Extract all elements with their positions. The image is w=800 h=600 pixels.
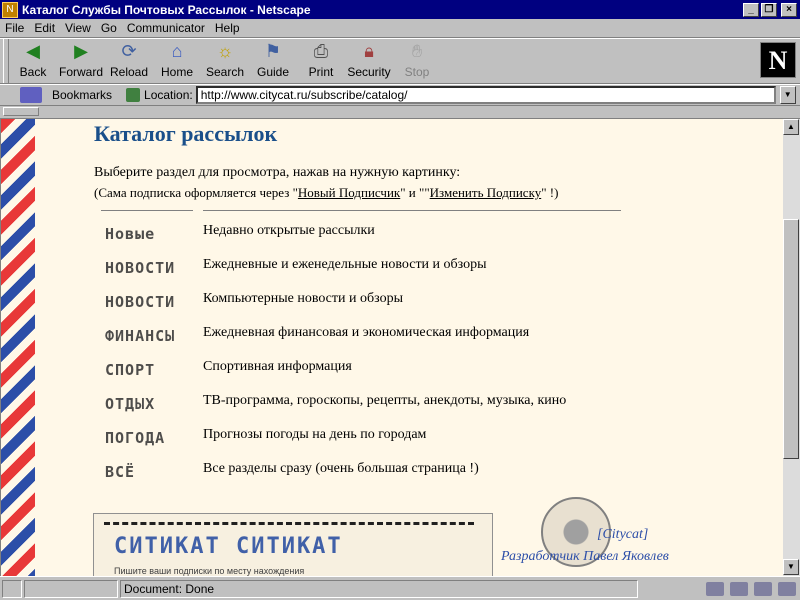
back-icon: ◀ [26, 40, 40, 61]
guide-button[interactable]: ⚑ Guide [249, 39, 297, 83]
location-label: Location: [126, 88, 193, 102]
component-bar [706, 581, 796, 596]
stop-button[interactable]: ✋︎ Stop [393, 39, 441, 83]
search-button[interactable]: ☼ Search [201, 39, 249, 83]
stop-icon: ✋︎ [411, 40, 423, 61]
catalog-row: ВСЁ Все разделы сразу (очень большая стр… [105, 461, 625, 491]
forward-button[interactable]: ▶ Forward [57, 39, 105, 83]
page-heading: Каталог рассылок [94, 121, 278, 146]
category-description: Спортивная информация [203, 359, 352, 374]
search-icon: ☼ [216, 40, 234, 61]
guide-icon: ⚑ [264, 40, 282, 61]
navigation-toolbar: ◀ Back ▶ Forward ⟳ Reload ⌂ Home ☼ Searc… [0, 38, 800, 84]
catalog-row: Новые Недавно открытые рассылки [105, 223, 625, 253]
netscape-app-icon[interactable]: N [2, 1, 18, 18]
stamp-caption: Пишите ваши подписки по месту нахождения [114, 566, 305, 576]
citycat-stamp-banner[interactable]: СИТИКАТ СИТИКАТ Пишите ваши подписки по … [93, 513, 493, 576]
restore-button[interactable]: ❐ [761, 2, 777, 17]
intro-text: Выберите раздел для просмотра, нажав на … [94, 165, 461, 180]
status-bar: Document: Done [0, 576, 800, 600]
author-credit: Разработчик Павел Яковлев [501, 549, 669, 564]
discussion-icon[interactable] [754, 581, 772, 596]
category-description: Недавно открытые рассылки [203, 223, 375, 238]
composer-icon[interactable] [778, 581, 796, 596]
minimize-button[interactable]: _ [743, 2, 759, 17]
title-bar: N Каталог Службы Почтовых Рассылок - Net… [0, 0, 800, 19]
reload-icon: ⟳ [121, 40, 137, 61]
category-stamp-finance[interactable]: ФИНАНСЫ [105, 327, 197, 345]
stamp-dashes [104, 522, 474, 530]
security-lock-indicator[interactable] [2, 579, 22, 598]
url-input[interactable]: http://www.citycat.ru/subscribe/catalog/ [195, 86, 776, 104]
divider-left [101, 210, 193, 211]
print-button[interactable]: ⎙ Print [297, 39, 345, 83]
category-description: ТВ-программа, гороскопы, рецепты, анекдо… [203, 393, 567, 408]
menu-help[interactable]: Help [210, 21, 245, 35]
menu-communicator[interactable]: Communicator [122, 21, 210, 35]
progress-bar [24, 579, 118, 598]
catalog-row: ФИНАНСЫ Ежедневная финансовая и экономич… [105, 325, 625, 355]
category-description: Компьютерные новости и обзоры [203, 291, 403, 306]
category-description: Ежедневные и еженедельные новости и обзо… [203, 257, 487, 272]
location-bar: Bookmarks Location: http://www.citycat.r… [0, 84, 800, 106]
security-icon: 🔒︎ [364, 40, 374, 61]
catalog-row: НОВОСТИ Компьютерные новости и обзоры [105, 291, 625, 321]
forward-icon: ▶ [74, 40, 88, 61]
subscription-note: (Сама подписка оформляется через "Новый … [94, 185, 559, 200]
back-button[interactable]: ◀ Back [9, 39, 57, 83]
category-stamp-news[interactable]: НОВОСТИ [105, 259, 197, 277]
category-description: Все разделы сразу (очень большая страниц… [203, 461, 479, 476]
catalog-row: СПОРТ Спортивная информация [105, 359, 625, 389]
category-stamp-leisure[interactable]: ОТДЫХ [105, 395, 197, 413]
category-stamp-computer-news[interactable]: НОВОСТИ [105, 293, 197, 311]
scroll-thumb[interactable] [783, 219, 799, 459]
scroll-up-button[interactable]: ▲ [783, 119, 799, 135]
bookmarks-icon [20, 87, 42, 103]
page-proxy-icon[interactable] [126, 88, 141, 102]
menu-edit[interactable]: Edit [29, 21, 60, 35]
print-icon: ⎙ [313, 40, 329, 61]
home-icon: ⌂ [171, 40, 183, 61]
stamp-text: СИТИКАТ СИТИКАТ [114, 534, 343, 559]
category-stamp-sport[interactable]: СПОРТ [105, 361, 197, 379]
security-button[interactable]: 🔒︎ Security [345, 39, 393, 83]
new-subscriber-link[interactable]: Новый Подписчик [298, 185, 400, 200]
category-stamp-all[interactable]: ВСЁ [105, 463, 197, 481]
window-title: Каталог Службы Почтовых Рассылок - Netsc… [22, 2, 311, 17]
status-text: Document: Done [120, 579, 638, 598]
citycat-link[interactable]: [Citycat] [597, 527, 648, 543]
personal-toolbar-grip[interactable] [3, 107, 39, 116]
change-subscription-link[interactable]: Изменить Подписку [430, 185, 542, 200]
scroll-down-button[interactable]: ▼ [783, 559, 799, 575]
close-button[interactable]: × [781, 2, 797, 17]
menu-view[interactable]: View [60, 21, 96, 35]
divider-right [203, 210, 621, 211]
category-description: Прогнозы погоды на день по городам [203, 427, 427, 442]
category-stamp-new[interactable]: Новые [105, 225, 197, 243]
catalog-row: ОТДЫХ ТВ-программа, гороскопы, рецепты, … [105, 393, 625, 423]
netscape-logo[interactable]: N [760, 42, 796, 78]
url-dropdown-button[interactable]: ▼ [779, 86, 796, 104]
menu-bar: File Edit View Go Communicator Help [0, 19, 800, 38]
bookmarks-button[interactable]: Bookmarks [20, 87, 112, 103]
menu-go[interactable]: Go [96, 21, 122, 35]
navigator-icon[interactable] [706, 581, 724, 596]
vertical-scrollbar[interactable]: ▲ ▼ [783, 118, 800, 576]
home-button[interactable]: ⌂ Home [153, 39, 201, 83]
reload-button[interactable]: ⟳ Reload [105, 39, 153, 83]
menu-file[interactable]: File [0, 21, 29, 35]
catalog-row: ПОГОДА Прогнозы погоды на день по города… [105, 427, 625, 457]
airmail-stripe [1, 119, 35, 576]
category-stamp-weather[interactable]: ПОГОДА [105, 429, 197, 447]
page-content: Каталог рассылок Выберите раздел для про… [0, 118, 783, 576]
category-description: Ежедневная финансовая и экономическая ин… [203, 325, 530, 340]
catalog-row: НОВОСТИ Ежедневные и еженедельные новост… [105, 257, 625, 287]
mail-icon[interactable] [730, 581, 748, 596]
